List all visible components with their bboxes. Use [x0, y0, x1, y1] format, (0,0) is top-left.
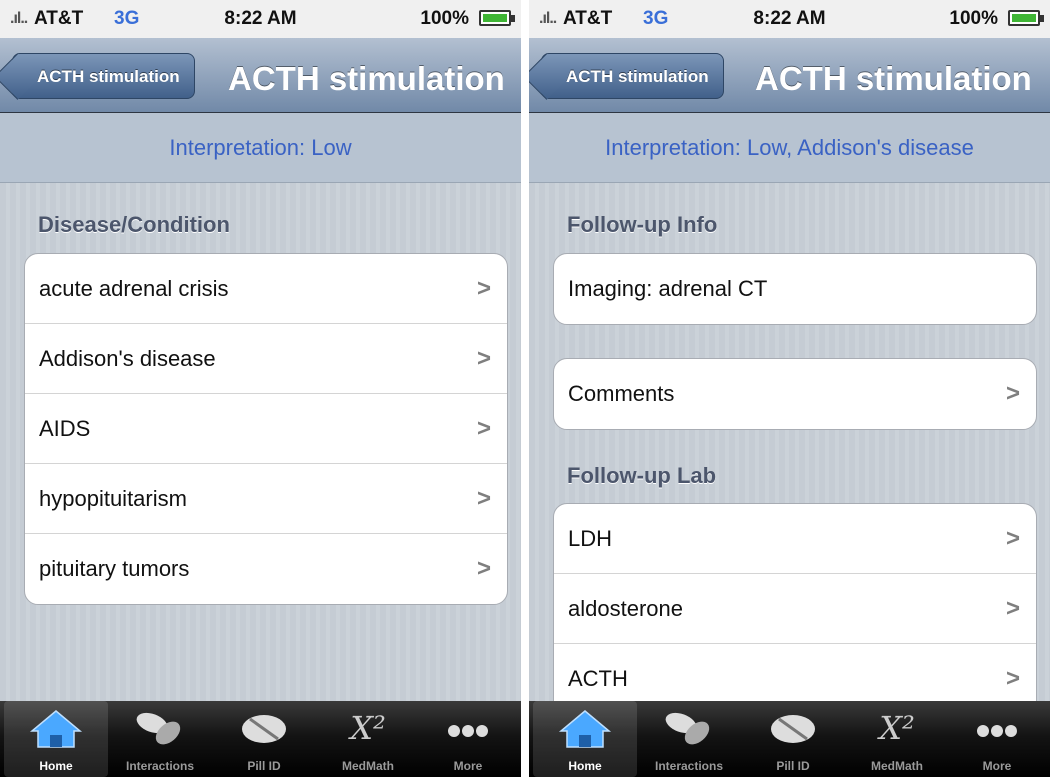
navigation-bar: ACTH stimulation ACTH stimulation: [0, 38, 521, 113]
page-title: ACTH stimulation: [228, 60, 505, 97]
chevron-right-icon: >: [1005, 595, 1020, 622]
pills-icon: [136, 712, 181, 745]
battery-percent: 100%: [949, 8, 998, 29]
battery-icon: [1008, 10, 1044, 26]
list-item[interactable]: hypopituitarism >: [25, 464, 507, 534]
chevron-right-icon: >: [476, 345, 491, 372]
list-item-label: LDH: [568, 526, 613, 551]
tab-pill-id[interactable]: Pill ID: [212, 701, 316, 777]
chevron-right-icon: >: [1005, 380, 1020, 407]
tab-medmath[interactable]: X² MedMath: [316, 701, 420, 777]
battery-percent: 100%: [420, 8, 469, 29]
section-header-disease-condition: Disease/Condition: [38, 212, 230, 237]
tab-home[interactable]: Home: [4, 701, 108, 777]
page-title: ACTH stimulation: [755, 60, 1032, 97]
back-button[interactable]: ACTH stimulation: [541, 53, 724, 99]
list-item-label: Imaging: adrenal CT: [568, 276, 768, 301]
chevron-right-icon: >: [1005, 525, 1020, 552]
list-item-label: Comments: [568, 381, 675, 406]
phone-screen-left: .ıl.. AT&T 3G 8:22 AM 100% ACTH stimulat…: [0, 0, 521, 777]
home-icon: [558, 710, 612, 748]
pills-icon: [665, 712, 710, 745]
list-item-label: acute adrenal crisis: [39, 276, 229, 301]
list-item-label: AIDS: [39, 416, 91, 441]
tab-interactions[interactable]: Interactions: [637, 701, 741, 777]
home-icon: [29, 710, 83, 748]
list-item: Imaging: adrenal CT: [554, 254, 1036, 324]
interpretation-banner: Interpretation: Low, Addison's disease: [529, 113, 1050, 183]
disease-list: acute adrenal crisis > Addison's disease >…: [24, 253, 508, 605]
chevron-right-icon: >: [476, 275, 491, 302]
section-header-follow-up-lab: Follow-up Lab: [567, 463, 717, 488]
list-item[interactable]: LDH >: [554, 504, 1036, 574]
list-item[interactable]: AIDS >: [25, 394, 507, 464]
tab-more[interactable]: More: [945, 701, 1049, 777]
navigation-bar: ACTH stimulation ACTH stimulation: [529, 38, 1050, 113]
list-item-label: hypopituitarism: [39, 486, 187, 511]
list-item-label: pituitary tumors: [39, 556, 190, 581]
tab-bar: Home Interactions Pill ID X² MedMath Mor…: [0, 701, 521, 777]
status-bar: .ıl.. AT&T 3G 8:22 AM 100%: [529, 0, 1050, 38]
back-button[interactable]: ACTH stimulation: [12, 53, 195, 99]
list-item[interactable]: aldosterone >: [554, 574, 1036, 644]
tab-more[interactable]: More: [416, 701, 520, 777]
status-bar: .ıl.. AT&T 3G 8:22 AM 100%: [0, 0, 521, 38]
screen-divider: [521, 0, 529, 777]
chevron-right-icon: >: [476, 485, 491, 512]
tab-bar: Home Interactions Pill ID X² MedMath Mor…: [529, 701, 1050, 777]
tab-interactions[interactable]: Interactions: [108, 701, 212, 777]
list-item-label: ACTH: [568, 666, 628, 691]
list-item-label: aldosterone: [568, 596, 683, 621]
tab-pill-id[interactable]: Pill ID: [741, 701, 845, 777]
battery-icon: [479, 10, 515, 26]
x-squared-icon: X²: [879, 709, 915, 747]
chevron-right-icon: >: [476, 555, 491, 582]
list-item-label: Addison's disease: [39, 346, 216, 371]
phone-screen-right: .ıl.. AT&T 3G 8:22 AM 100% ACTH stimulat…: [529, 0, 1050, 777]
x-squared-icon: X²: [350, 709, 386, 747]
comments-group: Comments >: [553, 358, 1037, 430]
chevron-right-icon: >: [476, 415, 491, 442]
tab-home[interactable]: Home: [533, 701, 637, 777]
section-header-follow-up-info: Follow-up Info: [567, 212, 718, 237]
list-item[interactable]: pituitary tumors >: [25, 534, 507, 604]
list-item[interactable]: acute adrenal crisis >: [25, 254, 507, 324]
more-icon: [448, 725, 488, 737]
list-item[interactable]: Addison's disease >: [25, 324, 507, 394]
pill-icon: [771, 715, 815, 743]
tab-medmath[interactable]: X² MedMath: [845, 701, 949, 777]
more-icon: [977, 725, 1017, 737]
comments-row[interactable]: Comments >: [554, 359, 1036, 429]
pill-icon: [242, 715, 286, 743]
interpretation-banner: Interpretation: Low: [0, 113, 521, 183]
follow-up-info-list: Imaging: adrenal CT: [553, 253, 1037, 325]
